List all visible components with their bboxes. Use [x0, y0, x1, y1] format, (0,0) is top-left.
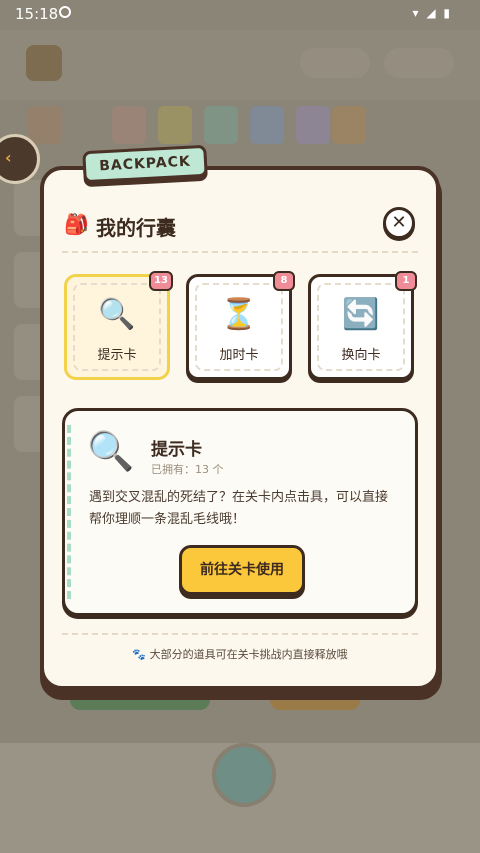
status-bar: 15:18 ▾ ◢ ▮	[0, 0, 480, 28]
background-tile	[112, 106, 146, 144]
item-card-extra-time[interactable]: ⏳ 加时卡 8	[186, 271, 295, 380]
background-tile	[296, 106, 330, 144]
background-currency-pill	[384, 48, 454, 78]
item-count-badge: 8	[273, 271, 295, 291]
magnifier-icon: 🔍	[87, 429, 135, 473]
backpack-tag: BACKPACK	[82, 144, 208, 184]
background-center-button	[212, 743, 276, 807]
detail-stripe	[67, 425, 75, 599]
item-card-reverse[interactable]: 🔄 换向卡 1	[308, 271, 417, 380]
background-currency-pill	[300, 48, 370, 78]
background-tile	[332, 106, 366, 144]
backpack-icon: 🎒	[64, 212, 89, 236]
detail-description: 遇到交叉混乱的死结了？在关卡内点击具，可以直接帮你理顺一条混乱毛线哦！	[89, 490, 389, 527]
header-divider	[62, 251, 418, 253]
status-app-icon	[59, 6, 71, 18]
background-avatar	[26, 45, 62, 81]
close-button[interactable]: ✕	[383, 207, 415, 239]
item-label: 加时卡	[219, 348, 259, 363]
reverse-arrows-icon: 🔄	[342, 297, 380, 332]
item-count-badge: 1	[395, 271, 417, 291]
status-time: 15:18	[15, 5, 59, 23]
magnifier-icon: 🔍	[98, 297, 136, 332]
item-detail-panel: 🔍 提示卡 已拥有：13 个 遇到交叉混乱的死结了？在关卡内点击具，可以直接帮你…	[62, 408, 418, 616]
detail-item-name: 提示卡	[151, 440, 202, 460]
status-signal-icons: ▾ ◢ ▮	[412, 6, 452, 20]
background-tile	[204, 106, 238, 144]
item-label: 换向卡	[341, 348, 381, 363]
background-tile	[158, 106, 192, 144]
item-card-hint[interactable]: 🔍 提示卡 13	[64, 271, 173, 380]
detail-owned-count: 已拥有：13 个	[151, 463, 224, 476]
footer-tip: 🐾 大部分的道具可在关卡挑战内直接释放哦	[132, 648, 348, 661]
item-label: 提示卡	[97, 348, 137, 363]
item-count-badge: 13	[149, 271, 173, 291]
hourglass-icon: ⏳	[220, 297, 258, 332]
modal-title: 我的行囊	[96, 216, 176, 240]
go-to-level-button[interactable]: 前往关卡使用	[179, 545, 305, 595]
close-icon: ✕	[391, 212, 407, 233]
background-tile	[28, 106, 62, 144]
footer-divider	[62, 633, 418, 635]
background-tile	[250, 106, 284, 144]
chevron-icon: ‹	[5, 148, 12, 167]
